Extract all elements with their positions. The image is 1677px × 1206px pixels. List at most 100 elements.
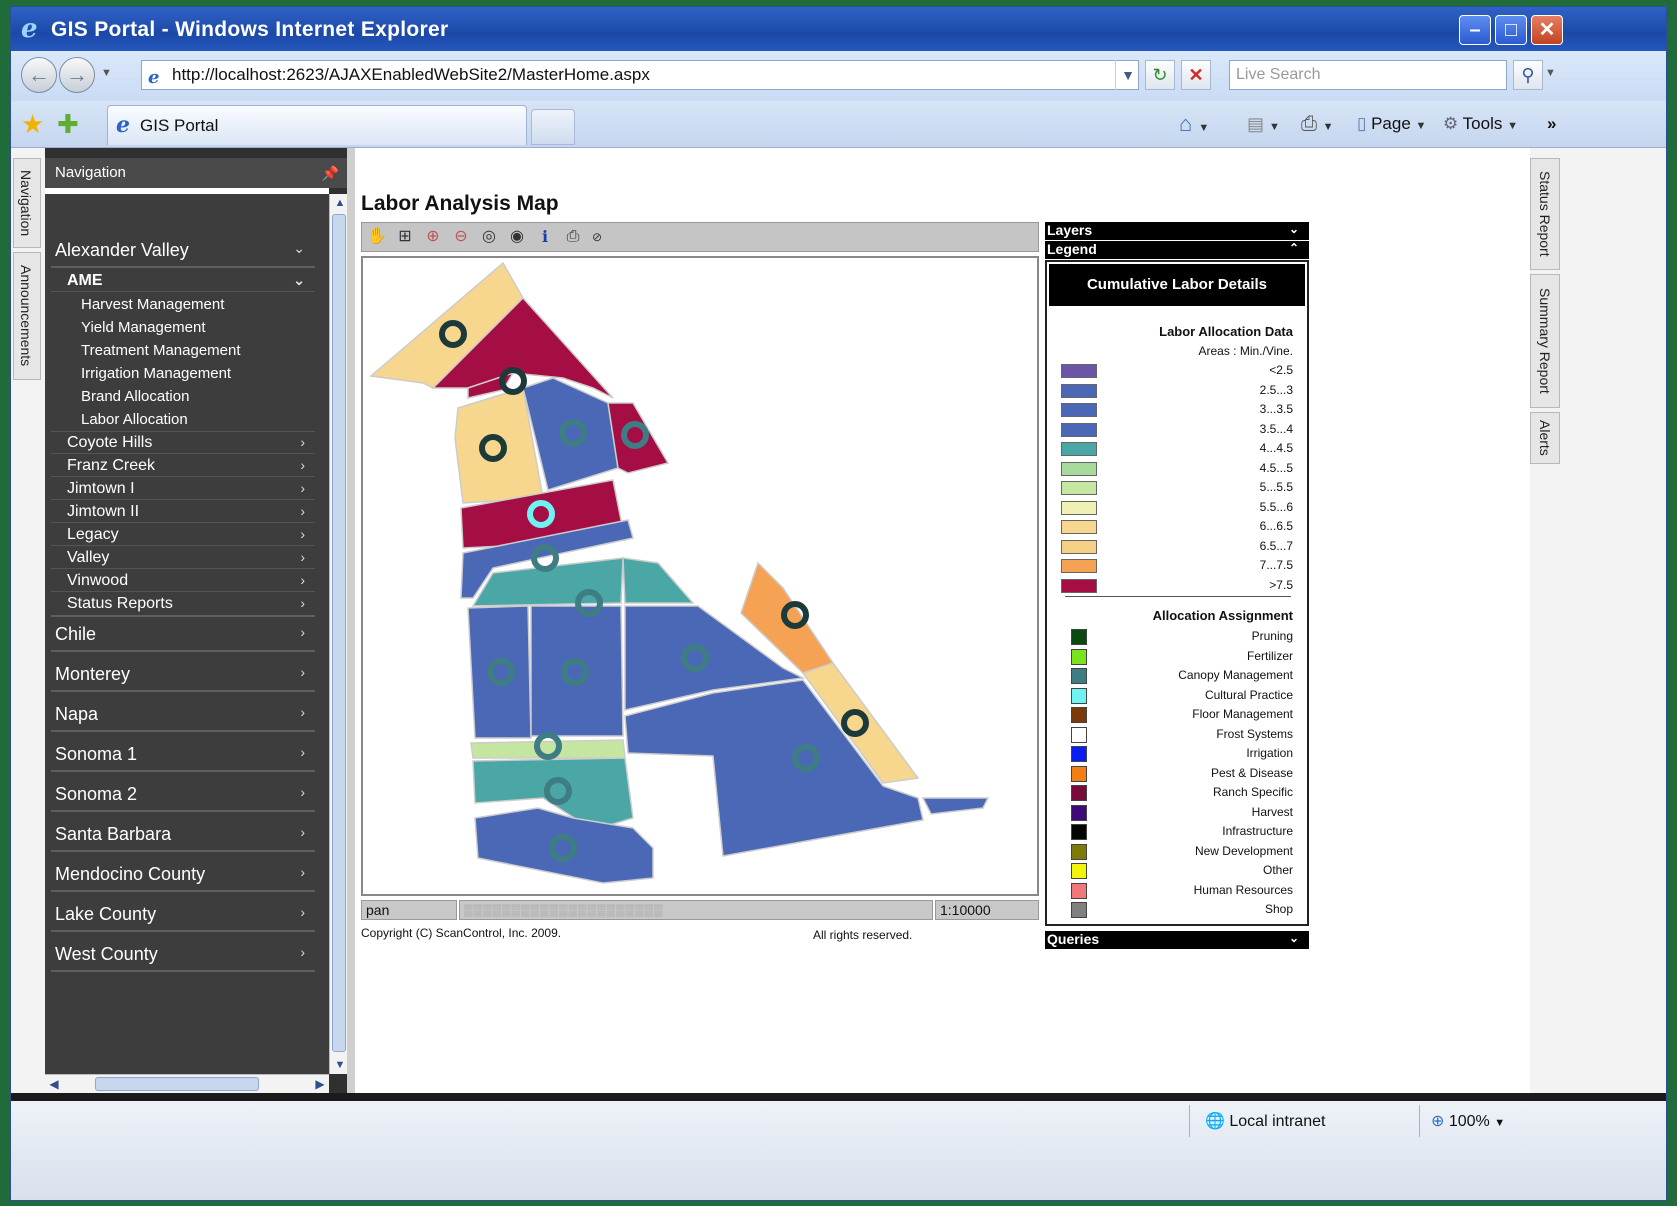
range-swatch (1061, 520, 1097, 534)
nav-group-alexander-valley[interactable]: Alexander Valley ⌄ (51, 230, 315, 268)
block-11[interactable] (467, 605, 532, 739)
tab-gis-portal[interactable]: e GIS Portal (107, 105, 527, 145)
identify-info-icon[interactable]: i (534, 226, 556, 248)
panel-splitter[interactable] (347, 148, 355, 1093)
legend-assignment-row: Pest & Disease (1047, 765, 1307, 784)
ie-logo-icon: e (21, 14, 38, 44)
queries-panel-header[interactable]: Queries ⌄ (1045, 931, 1309, 949)
side-tab-status-report[interactable]: Status Report (1530, 158, 1560, 270)
address-bar[interactable]: e http://localhost:2623/AJAXEnabledWebSi… (141, 60, 1139, 90)
nav-group-west-county[interactable]: West County › (51, 934, 315, 972)
pin-icon[interactable]: 📌 (322, 158, 339, 188)
nav-item-labor-allocation[interactable]: Labor Allocation (51, 408, 315, 432)
map-status-bar: pan ▒▒▒▒▒▒▒▒▒▒▒▒▒▒▒▒▒▒▒▒▒ 1:10000 (361, 900, 1039, 922)
nav-group-lake-county[interactable]: Lake County › (51, 894, 315, 932)
zoom-control[interactable]: ⊕ 100% ▼ (1431, 1107, 1505, 1137)
zoom-next-icon[interactable]: ◉ (506, 226, 528, 248)
chevron-right-icon: › (300, 944, 305, 960)
nav-item-yield-management[interactable]: Yield Management (51, 316, 315, 339)
nav-item-treatment-management[interactable]: Treatment Management (51, 339, 315, 362)
feeds-icon[interactable]: ▤ ▼ (1247, 109, 1280, 139)
map-canvas[interactable] (361, 256, 1039, 896)
nav-group-label: Sonoma 1 (55, 744, 138, 764)
legend-assignment-row: Infrastructure (1047, 823, 1307, 842)
range-swatch (1061, 364, 1097, 378)
tools-menu[interactable]: ⚙ Tools ▼ (1443, 109, 1518, 139)
zoom-out-icon[interactable]: ⊖ (450, 226, 472, 248)
pan-hand-icon[interactable]: ✋ (366, 226, 388, 248)
scroll-down-icon[interactable]: ▼ (332, 1056, 348, 1074)
scroll-right-icon[interactable]: ▶ (311, 1075, 329, 1093)
scroll-thumb[interactable] (95, 1077, 259, 1091)
assignment-swatch (1071, 687, 1087, 704)
nav-item-label: Labor Allocation (81, 411, 188, 428)
side-tab-summary-report[interactable]: Summary Report (1530, 274, 1560, 408)
new-tab-button[interactable] (531, 109, 575, 145)
forward-button[interactable]: → (59, 57, 95, 93)
nav-sub-ame[interactable]: AME ⌄ (51, 270, 315, 292)
search-input[interactable]: Live Search (1229, 60, 1507, 90)
add-favorites-icon[interactable]: ✚ (57, 109, 79, 140)
assignment-swatch (1071, 629, 1087, 645)
print-map-icon[interactable]: ⎙ (562, 226, 584, 248)
nav-group-sonoma-2[interactable]: Sonoma 2 › (51, 774, 315, 812)
layers-panel-header[interactable]: Layers ⌄ (1045, 222, 1309, 240)
vineyard-map (369, 261, 990, 884)
page-menu[interactable]: ▯ Page ▼ (1357, 109, 1426, 139)
more-commands-icon[interactable]: » (1547, 109, 1556, 139)
close-button[interactable]: ✕ (1531, 15, 1563, 45)
block-17[interactable] (921, 797, 990, 815)
block-12[interactable] (530, 605, 624, 737)
search-options-icon[interactable]: ▼ (1545, 67, 1556, 79)
nav-group-label: Santa Barbara (55, 824, 172, 844)
scroll-thumb[interactable] (332, 214, 346, 1052)
print-icon[interactable]: ⎙ ▼ (1301, 109, 1333, 139)
block-6[interactable] (607, 402, 670, 474)
nav-group-monterey[interactable]: Monterey › (51, 654, 315, 692)
side-tab-announcements[interactable]: Announcements (13, 252, 41, 380)
zoom-in-icon[interactable]: ⊕ (422, 226, 444, 248)
side-tab-alerts[interactable]: Alerts (1530, 412, 1560, 464)
scroll-up-icon[interactable]: ▲ (332, 194, 348, 212)
nav-sub-jimtown-ii[interactable]: Jimtown II › (51, 501, 315, 523)
nav-horizontal-scrollbar[interactable]: ◀ ▶ (45, 1074, 329, 1094)
recent-pages-icon[interactable]: ▼ (101, 67, 112, 79)
nav-sub-vinwood[interactable]: Vinwood › (51, 570, 315, 592)
double-chevron-down-icon: ⌄ (1288, 931, 1299, 945)
nav-item-harvest-management[interactable]: Harvest Management (51, 293, 315, 316)
nav-sub-legacy[interactable]: Legacy › (51, 524, 315, 546)
scroll-left-icon[interactable]: ◀ (45, 1075, 63, 1093)
zoom-label: 100% (1448, 1113, 1490, 1130)
nav-group-sonoma-1[interactable]: Sonoma 1 › (51, 734, 315, 772)
clear-icon[interactable]: ⊘ (586, 226, 608, 248)
legend-assignment-row: Ranch Specific (1047, 784, 1307, 803)
nav-sub-coyote-hills[interactable]: Coyote Hills › (51, 432, 315, 454)
full-extent-icon[interactable]: ⊞ (394, 226, 416, 248)
home-icon[interactable]: ⌂ ▼ (1179, 109, 1209, 139)
nav-sub-label: Jimtown I (67, 480, 135, 497)
minimize-button[interactable]: – (1459, 15, 1491, 45)
nav-group-santa-barbara[interactable]: Santa Barbara › (51, 814, 315, 852)
nav-group-mendocino-county[interactable]: Mendocino County › (51, 854, 315, 892)
legend-panel-header[interactable]: Legend ⌃ (1045, 241, 1309, 259)
block-10[interactable] (622, 557, 695, 604)
security-zone[interactable]: 🌐 Local intranet (1205, 1107, 1325, 1137)
search-icon[interactable]: ⚲ (1513, 60, 1543, 90)
address-dropdown-icon[interactable]: ▼ (1115, 60, 1140, 90)
nav-group-chile[interactable]: Chile › (51, 614, 315, 652)
nav-sub-jimtown-i[interactable]: Jimtown I › (51, 478, 315, 500)
zoom-previous-icon[interactable]: ◎ (478, 226, 500, 248)
nav-sub-franz-creek[interactable]: Franz Creek › (51, 455, 315, 477)
nav-sub-valley[interactable]: Valley › (51, 547, 315, 569)
stop-button[interactable]: ✕ (1181, 60, 1211, 90)
favorites-star-icon[interactable]: ★ (21, 109, 44, 140)
chevron-down-icon: ⌄ (293, 272, 305, 288)
side-tab-navigation[interactable]: Navigation (13, 158, 41, 248)
back-button[interactable]: ← (21, 57, 57, 93)
refresh-button[interactable]: ↻ (1145, 60, 1175, 90)
nav-sub-label: Franz Creek (67, 457, 156, 474)
nav-item-brand-allocation[interactable]: Brand Allocation (51, 385, 315, 408)
maximize-button[interactable]: □ (1495, 15, 1527, 45)
nav-item-irrigation-management[interactable]: Irrigation Management (51, 362, 315, 385)
nav-group-napa[interactable]: Napa › (51, 694, 315, 732)
